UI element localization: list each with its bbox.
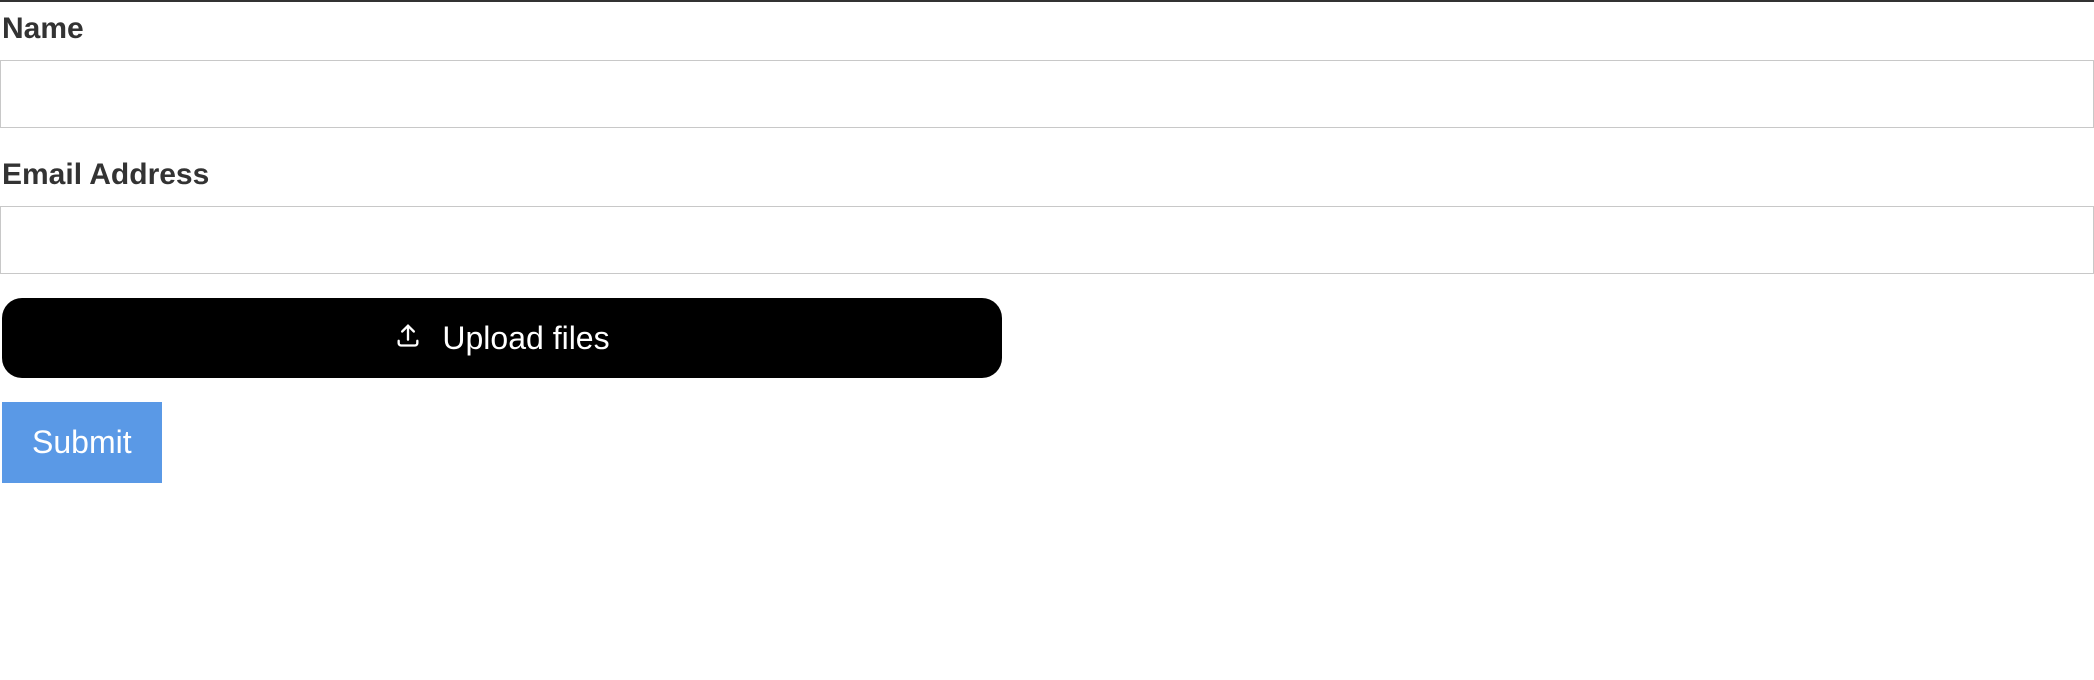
upload-label: Upload files bbox=[442, 320, 609, 357]
name-label: Name bbox=[0, 2, 2094, 60]
upload-files-button[interactable]: Upload files bbox=[2, 298, 1002, 378]
email-input[interactable] bbox=[0, 206, 2094, 274]
name-input[interactable] bbox=[0, 60, 2094, 128]
form: Name Email Address Upload files Submit bbox=[0, 2, 2094, 483]
email-label: Email Address bbox=[0, 148, 2094, 206]
submit-button[interactable]: Submit bbox=[2, 402, 162, 483]
upload-icon bbox=[394, 320, 422, 357]
spacer bbox=[0, 128, 2094, 148]
submit-label: Submit bbox=[32, 424, 132, 461]
